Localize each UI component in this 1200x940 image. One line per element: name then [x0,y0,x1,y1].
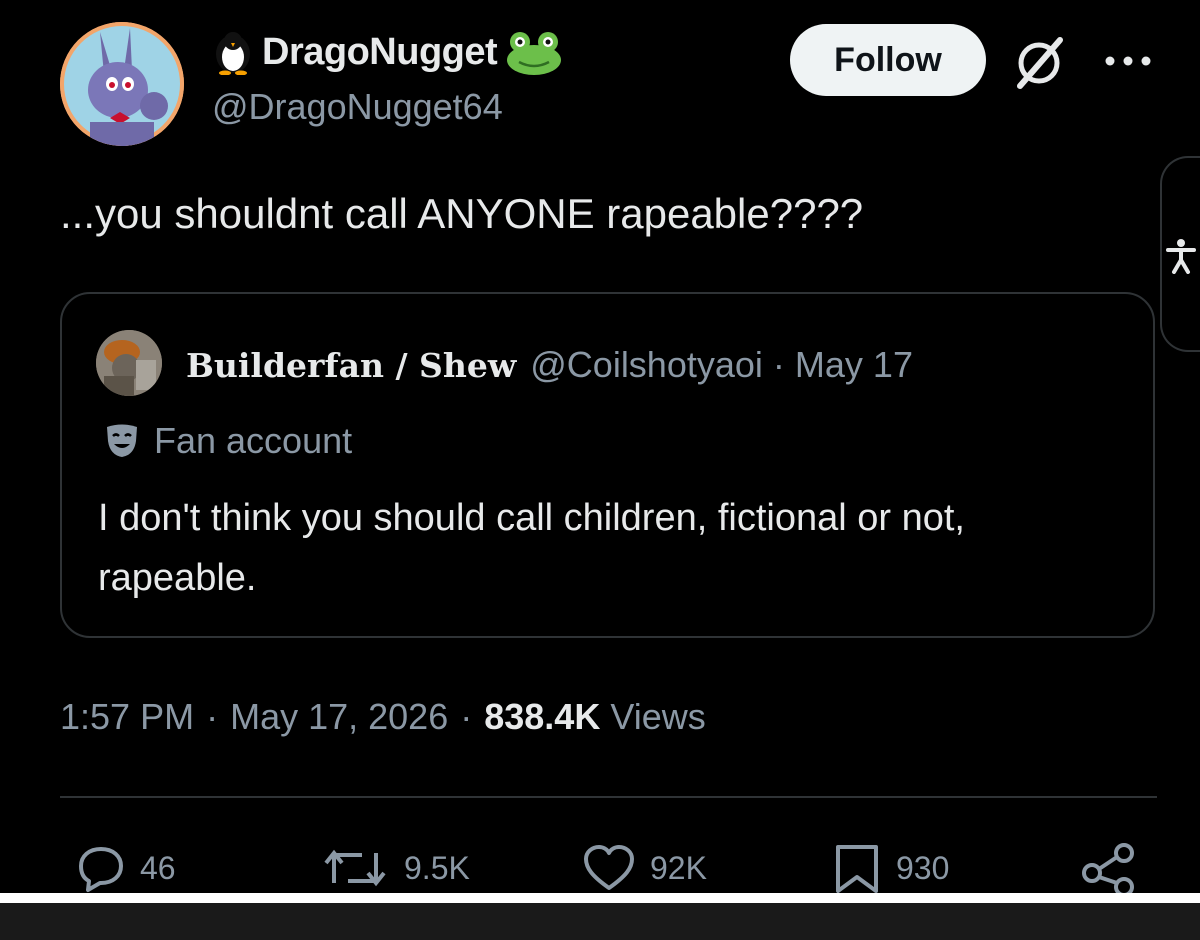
quoted-display-name[interactable]: Builderfan / Shew [186,346,516,385]
screenshot-edge-band [0,893,1200,903]
repost-icon [324,849,386,887]
grok-icon[interactable] [1010,34,1068,92]
share-icon [1082,843,1134,893]
quoted-separator: · [772,344,785,385]
bottom-strip [0,903,1200,940]
fan-account-label: Fan account [154,420,353,461]
quoted-author-avatar[interactable] [96,330,162,396]
divider [60,796,1157,798]
like-count: 92K [650,849,707,886]
bookmark-icon [836,845,878,893]
theater-mask-icon [107,424,137,457]
reply-count: 46 [140,849,176,886]
author-avatar[interactable] [60,22,184,146]
views-count: 838.4K [484,696,601,737]
fan-account-badge: Fan account [104,420,352,462]
avatar-illustration [60,22,184,146]
quoted-header: Builderfan / Shew @Coilshotyaoi · May 17 [186,344,913,386]
meta-separator: · [206,696,219,737]
quoted-date[interactable]: May 17 [795,344,913,386]
bookmark-count: 930 [896,849,950,886]
repost-button[interactable]: 9.5K [320,842,470,894]
reply-icon [79,847,123,892]
accessibility-icon[interactable] [1166,238,1196,274]
penguin-icon [216,32,250,75]
more-icon[interactable] [1102,46,1154,76]
frog-icon [507,32,562,75]
follow-button[interactable]: Follow [790,24,986,96]
quoted-tweet-text: I don't think you should call children, … [98,497,965,599]
author-display-name[interactable]: DragoNugget [262,31,498,74]
repost-count: 9.5K [404,849,470,886]
tweet-text: ...you shouldnt call ANYONE rapeable???? [60,190,864,237]
tweet-date[interactable]: May 17, 2026 [230,696,448,738]
quoted-avatar-photo [96,330,162,396]
bookmark-button[interactable]: 930 [832,842,949,894]
tweet-meta: 1:57 PM · May 17, 2026 · 838.4K Views [60,696,706,738]
author-handle[interactable]: @DragoNugget64 [212,86,503,128]
author-name-row[interactable]: DragoNugget [212,26,563,78]
share-button[interactable] [1080,842,1136,894]
views-label: Views [610,696,706,737]
quoted-handle[interactable]: @Coilshotyaoi [530,344,763,386]
reply-button[interactable]: 46 [76,842,176,894]
meta-separator: · [460,696,473,737]
heart-icon [584,845,634,890]
like-button[interactable]: 92K [582,842,707,894]
tweet-time[interactable]: 1:57 PM [60,696,194,738]
